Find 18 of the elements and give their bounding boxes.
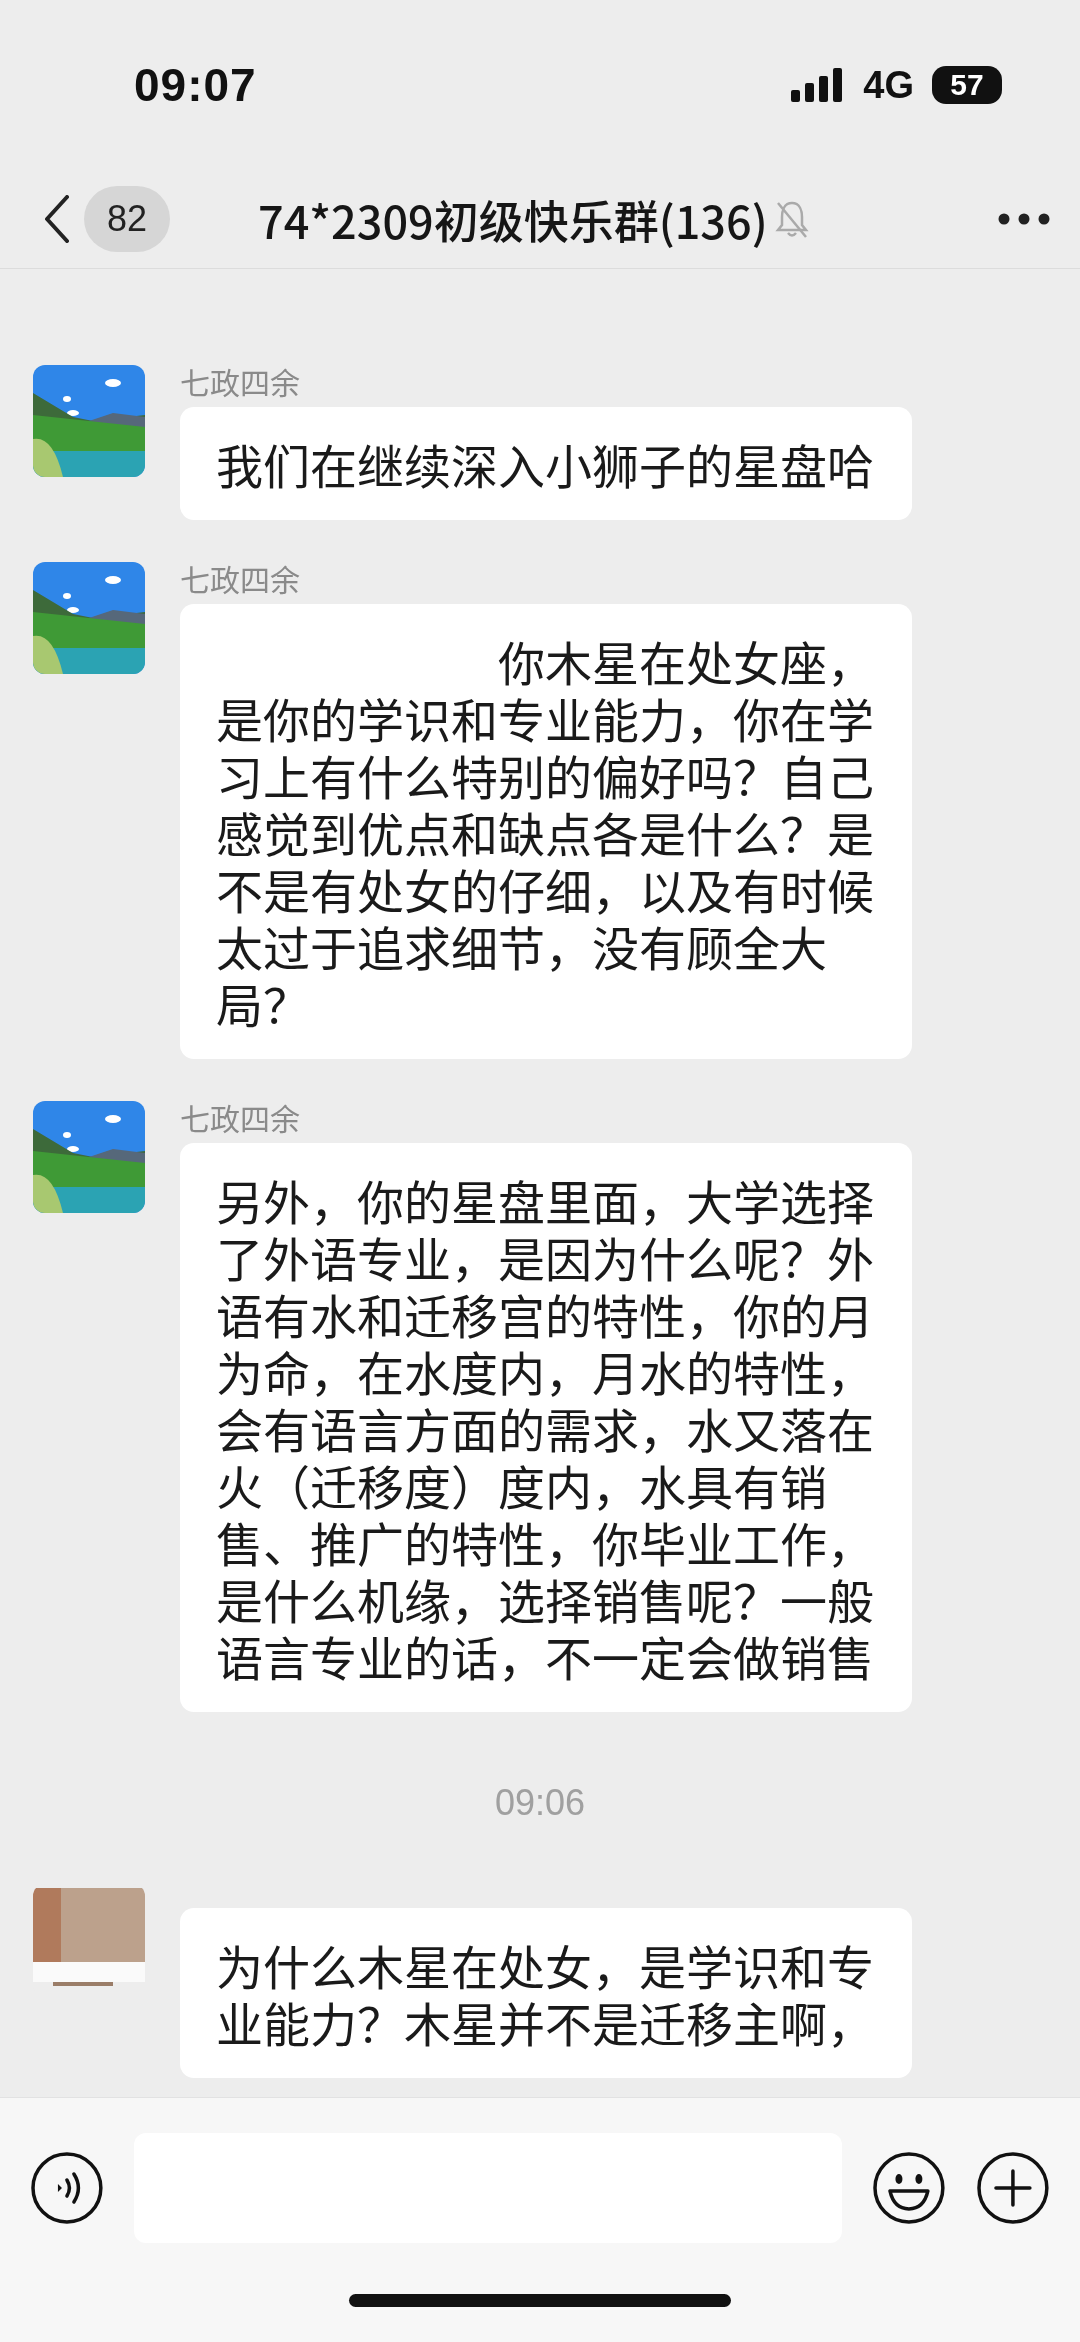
sender-name: 七政四余 xyxy=(180,558,301,598)
network-label: 4G xyxy=(863,63,914,107)
back-icon[interactable] xyxy=(44,195,70,243)
unread-badge[interactable]: 82 xyxy=(84,186,170,252)
more-icon[interactable] xyxy=(998,213,1050,225)
sender-name: 七政四余 xyxy=(180,361,301,401)
message-bubble: 我们在继续深入小狮子的星盘哈 xyxy=(180,407,912,520)
voice-icon[interactable] xyxy=(30,2151,104,2225)
timestamp: 09:06 xyxy=(494,1782,586,1824)
sender-name: 七政四余 xyxy=(180,1097,301,1137)
message-bubble: 为什么木星在处女，是学识和专业能力？木星并不是迁移主啊， xyxy=(180,1908,912,2078)
message-bubble: 另外，你的星盘里面，大学选择了外语专业，是因为什么呢？外语有水和迁移宫的特性，你的月为命，在水度内，月水的特性，会有语言方面的需求，水又落在火（迁移度）度内，水具有销售、推广的特性，你毕业工作，是什么机缘，选择销售呢？一般语言专业的话，不一定会做销售 xyxy=(180,1143,912,1712)
battery-level: 57 xyxy=(932,66,1002,104)
chat-title: 74*2309初级快乐群(136) xyxy=(258,186,768,252)
plus-icon[interactable] xyxy=(976,2151,1050,2225)
message-bubble: 你木星在处女座，是你的学识和专业能力，你在学习上有什么特别的偏好吗？自己感觉到优点和缺点各是什么？是不是有处女的仔细，以及有时候太过于追求细节，没有顾全大局？ xyxy=(180,604,912,1059)
status-time: 09:07 xyxy=(134,58,257,112)
emoji-icon[interactable] xyxy=(872,2151,947,2225)
